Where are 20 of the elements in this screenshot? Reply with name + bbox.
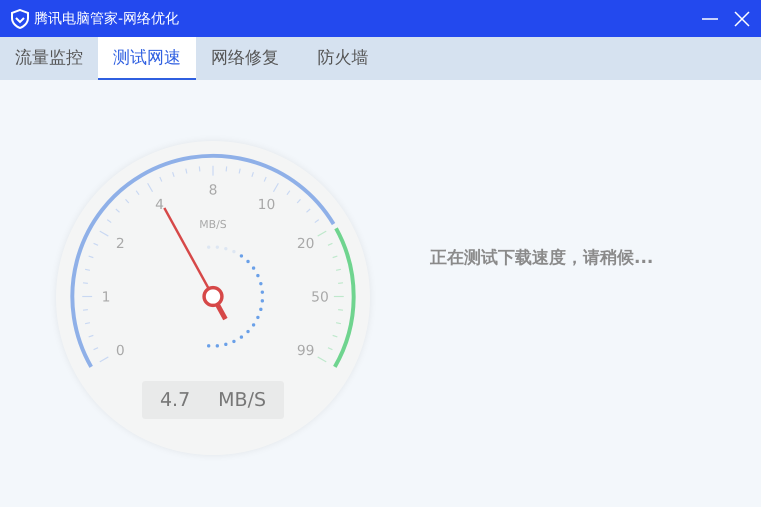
scale-label: 20 — [296, 236, 314, 252]
speed-unit: MB/S — [218, 389, 266, 411]
scale-label: 2 — [116, 236, 125, 252]
scale-label: 99 — [296, 342, 314, 359]
scale-label: 1 — [102, 289, 110, 306]
unit-label: MB/S — [199, 218, 227, 232]
window-title: 腾讯电脑管家-网络优化 — [34, 10, 180, 28]
speed-value: 4.7 — [160, 389, 190, 411]
scale-label: 8 — [208, 182, 218, 198]
tab[interactable]: 测试网速 — [98, 37, 196, 80]
shield-icon — [10, 8, 30, 28]
close-icon[interactable] — [733, 10, 751, 28]
tab[interactable]: 防火墙 — [294, 37, 392, 80]
scale-label: 0 — [116, 342, 125, 359]
tab[interactable]: 流量监控 — [0, 37, 98, 80]
scale-label: 4 — [155, 196, 164, 213]
status-message: 正在测试下载速度，请稍候... — [430, 247, 654, 269]
scale-label: 10 — [258, 196, 276, 213]
tab[interactable]: 网络修复 — [196, 37, 294, 80]
scale-label: 50 — [311, 289, 329, 306]
